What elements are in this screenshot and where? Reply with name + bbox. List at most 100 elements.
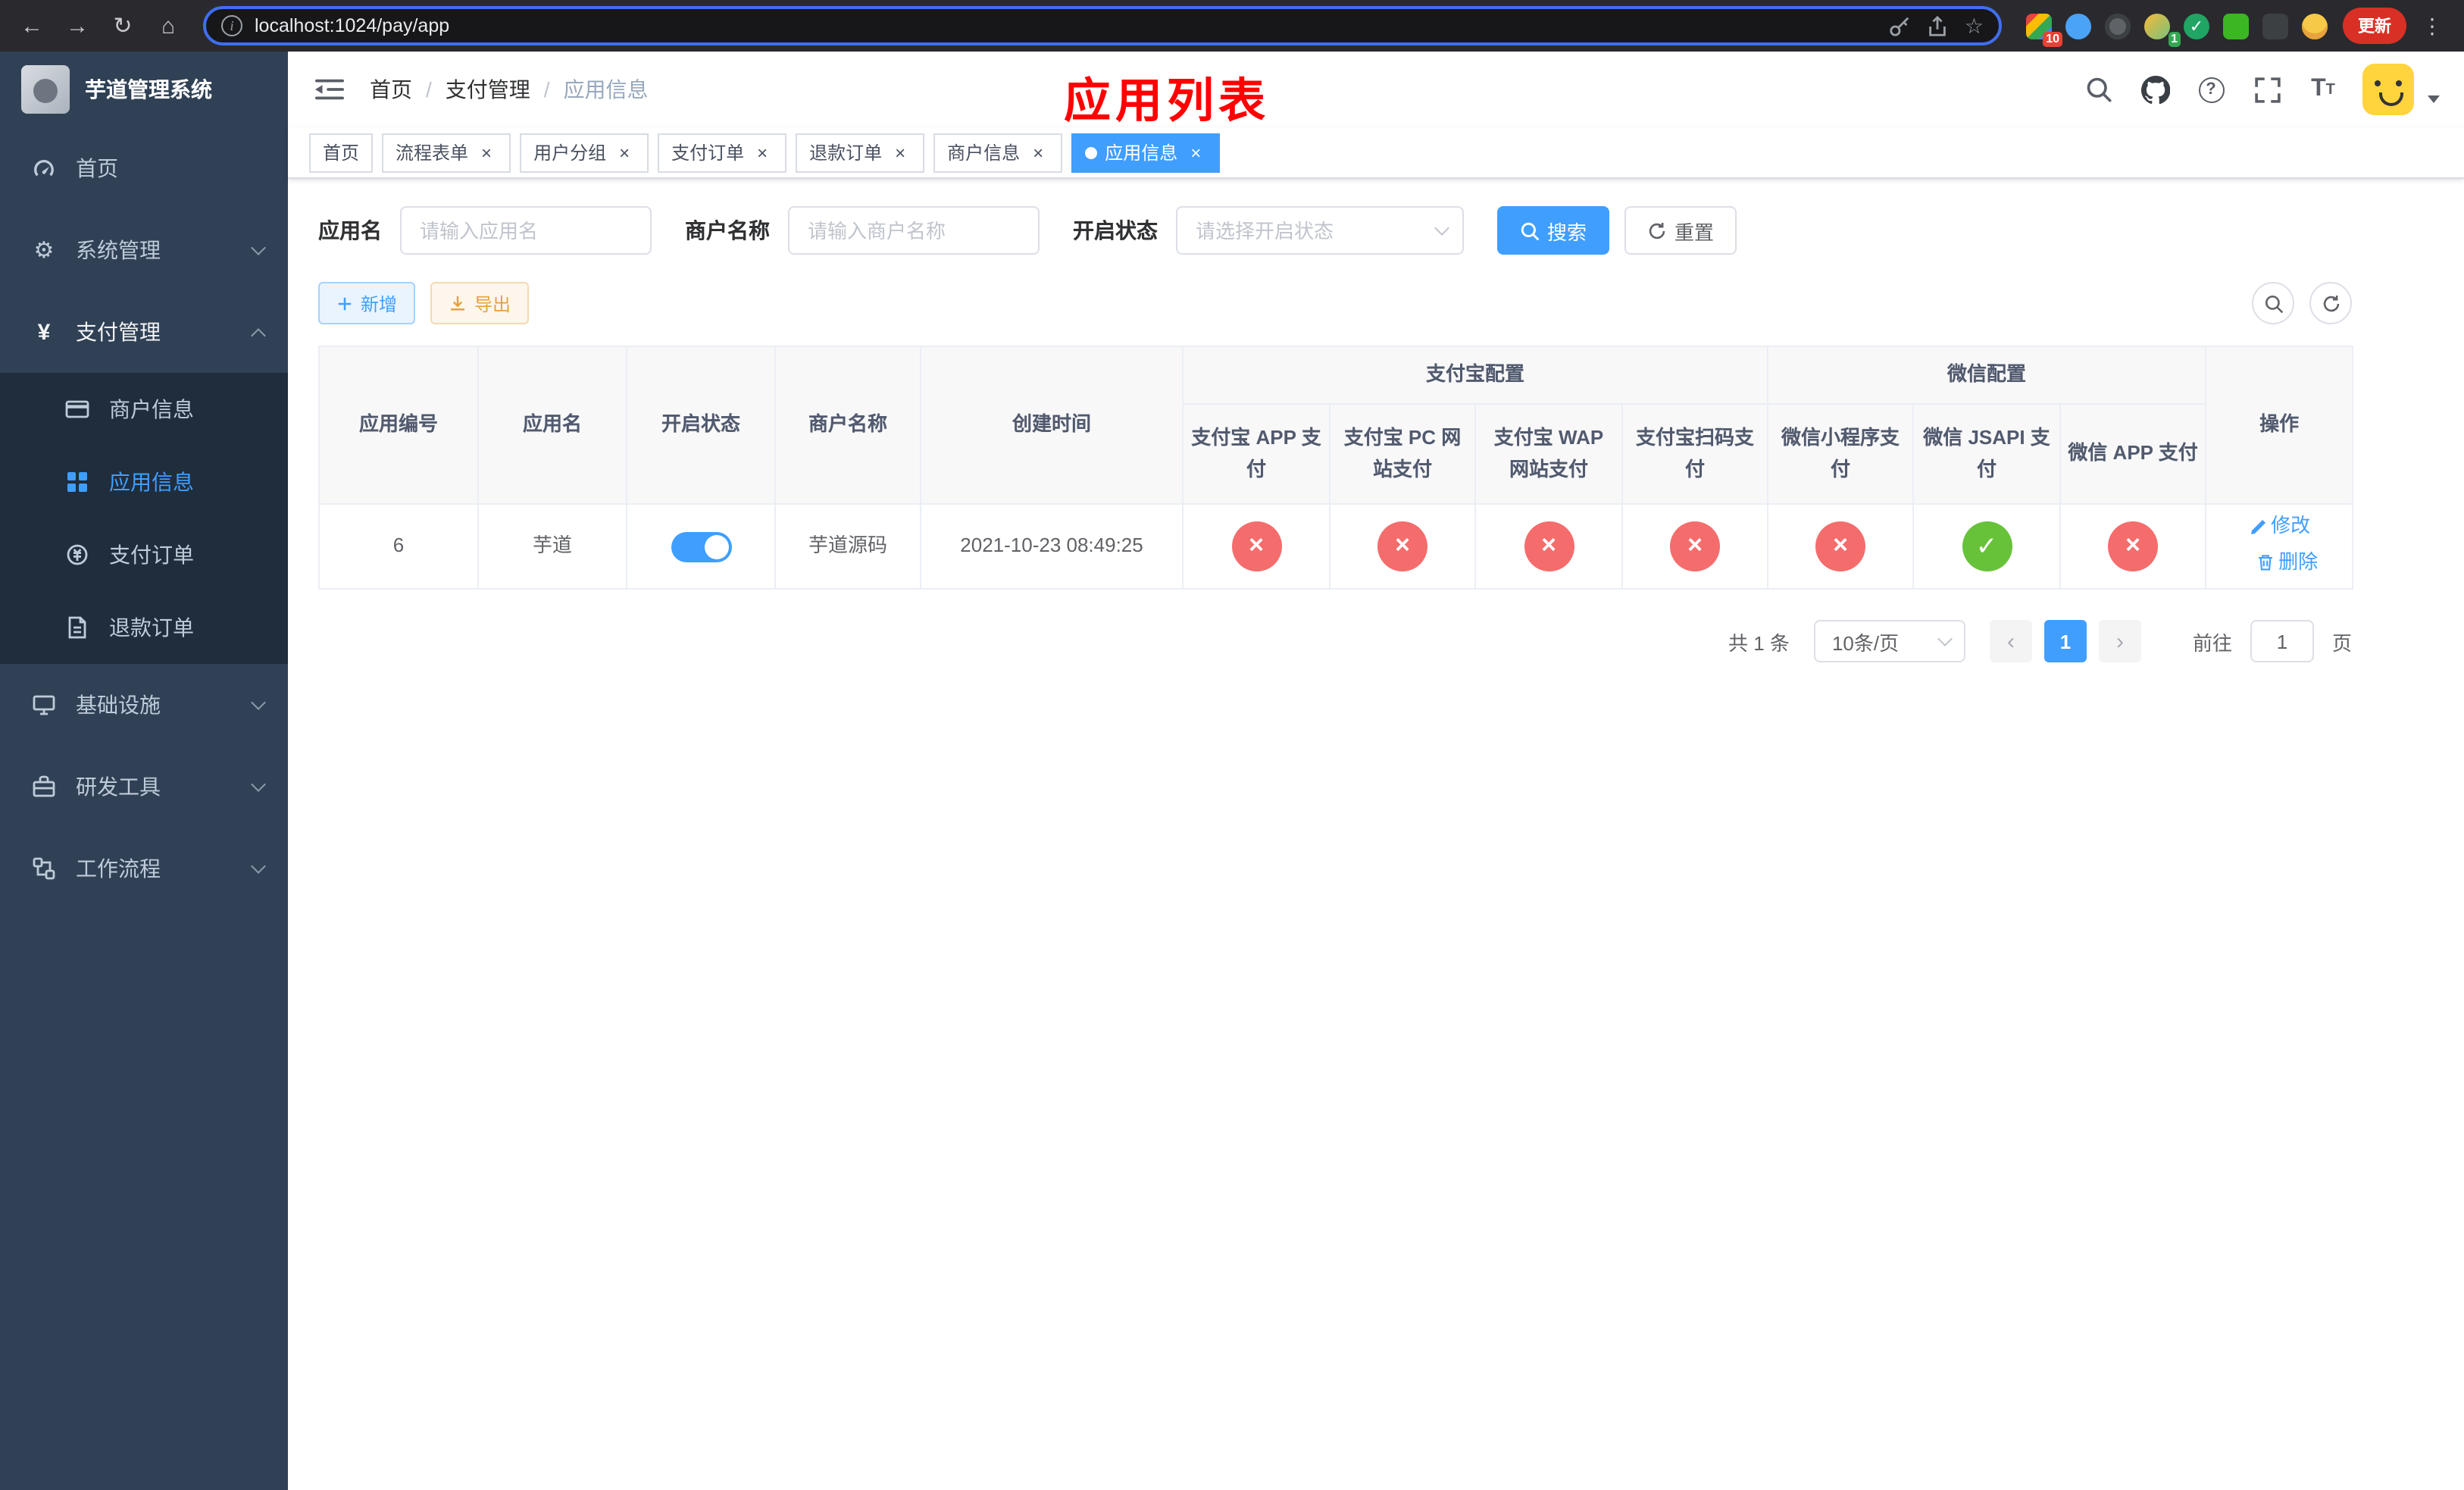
- reset-button[interactable]: 重置: [1624, 206, 1737, 255]
- extension-icon-pin[interactable]: [2262, 13, 2288, 39]
- sidebar-item-app-info[interactable]: 应用信息: [0, 446, 288, 518]
- tab-merchant-info[interactable]: 商户信息 ×: [933, 133, 1063, 172]
- cell-created: 2021-10-23 08:49:25: [920, 503, 1184, 590]
- extension-icon-blue[interactable]: [2065, 13, 2091, 39]
- reload-icon[interactable]: ↻: [103, 6, 142, 45]
- close-icon[interactable]: ×: [476, 142, 497, 163]
- browser-menu-icon[interactable]: ⋮: [2412, 13, 2452, 39]
- app-name-input[interactable]: [400, 206, 652, 255]
- extensions-area: 10 1 ✓: [2017, 13, 2337, 46]
- page: ← → ↻ ⌂ i localhost:1024/pay/app ☆ 10 1 …: [0, 0, 2464, 1490]
- disabled-cross-icon: [1670, 521, 1720, 571]
- cell-actions: 修改 删除: [2205, 503, 2354, 590]
- sidebar-item-merchant-info[interactable]: 商户信息: [0, 373, 288, 446]
- close-icon[interactable]: ×: [614, 142, 635, 163]
- navbar: 首页 / 支付管理 / 应用信息 ? T T: [288, 52, 2464, 127]
- col-header-actions: 操作: [2205, 346, 2354, 505]
- export-button[interactable]: 导出: [430, 282, 530, 324]
- search-button[interactable]: 搜索: [1497, 206, 1610, 255]
- extension-icon-avatar[interactable]: 1: [2144, 13, 2181, 46]
- bookmark-star-icon[interactable]: ☆: [1965, 13, 1984, 39]
- col-header-wechat-mini: 微信小程序支付: [1767, 403, 1915, 505]
- tab-home[interactable]: 首页: [309, 133, 374, 172]
- github-icon[interactable]: [2138, 73, 2172, 106]
- breadcrumb-payment[interactable]: 支付管理: [446, 74, 530, 105]
- sidebar-item-home[interactable]: 首页: [0, 127, 288, 209]
- close-icon[interactable]: ×: [752, 142, 773, 163]
- goto-prefix: 前往: [2192, 631, 2232, 654]
- sidebar-collapse-icon[interactable]: [312, 76, 346, 103]
- sidebar-item-dev-tools[interactable]: 研发工具: [0, 746, 288, 828]
- delete-button[interactable]: 删除: [2256, 546, 2318, 578]
- goto-page-input[interactable]: [2250, 620, 2314, 662]
- share-icon[interactable]: [1927, 14, 1950, 37]
- status-toggle[interactable]: [671, 531, 731, 562]
- breadcrumb-home[interactable]: 首页: [370, 74, 412, 105]
- tab-refund-order[interactable]: 退款订单 ×: [796, 133, 925, 172]
- chevron-down-icon: [251, 695, 266, 710]
- chevron-down-icon: [1937, 631, 1953, 646]
- forward-icon[interactable]: →: [58, 6, 97, 45]
- col-group-wechat: 微信配置: [1767, 346, 2207, 405]
- page-size-select[interactable]: 10条/页: [1813, 620, 1965, 662]
- tab-pay-order[interactable]: 支付订单 ×: [658, 133, 787, 172]
- cell-app-name: 芋道: [477, 503, 627, 590]
- help-icon[interactable]: ?: [2194, 73, 2228, 106]
- gear-icon: ⚙: [33, 238, 55, 264]
- merchant-name-input[interactable]: [788, 206, 1040, 255]
- page-annotation-title: 应用列表: [1064, 74, 1270, 127]
- url-text[interactable]: localhost:1024/pay/app: [255, 15, 1877, 36]
- current-page-button[interactable]: 1: [2043, 620, 2087, 662]
- col-header-alipay-pc: 支付宝 PC 网站支付: [1329, 403, 1476, 505]
- tab-process-form[interactable]: 流程表单 ×: [382, 133, 511, 172]
- extension-badge: 1: [2168, 31, 2181, 46]
- close-icon[interactable]: ×: [890, 142, 911, 163]
- sidebar-item-infrastructure[interactable]: 基础设施: [0, 664, 288, 746]
- sidebar-item-refund-order[interactable]: 退款订单: [0, 591, 288, 664]
- close-icon[interactable]: ×: [1027, 142, 1049, 163]
- sidebar-item-workflow[interactable]: 工作流程: [0, 828, 288, 909]
- home-icon[interactable]: ⌂: [149, 6, 188, 45]
- extension-icon-dark-circle[interactable]: [2105, 13, 2131, 39]
- workflow-icon: [30, 855, 58, 882]
- add-button[interactable]: 新增: [318, 282, 416, 324]
- cell-app-id: 6: [318, 503, 479, 590]
- site-info-icon[interactable]: i: [221, 15, 242, 36]
- col-header-alipay-app: 支付宝 APP 支付: [1182, 403, 1330, 505]
- col-header-status: 开启状态: [626, 346, 776, 505]
- back-icon[interactable]: ←: [12, 6, 52, 45]
- navbar-actions: ? TT: [2082, 64, 2440, 115]
- address-bar[interactable]: i localhost:1024/pay/app ☆: [203, 6, 2002, 45]
- tabs-bar: 首页 流程表单 × 用户分组 × 支付订单 × 退款订单 × 商户信息 × 应用信息 ×: [288, 127, 2464, 179]
- col-header-alipay-wap: 支付宝 WAP 网站支付: [1474, 403, 1623, 505]
- extension-icon-colorful[interactable]: 10: [2026, 13, 2062, 46]
- extension-icon-face[interactable]: [2302, 13, 2328, 39]
- tab-app-info[interactable]: 应用信息 ×: [1071, 133, 1221, 172]
- sidebar-item-payment[interactable]: ¥ 支付管理: [0, 291, 288, 373]
- logo: 芋道管理系统: [0, 52, 288, 127]
- fullscreen-icon[interactable]: [2250, 73, 2284, 106]
- prev-page-button[interactable]: ‹: [1989, 620, 2032, 662]
- font-size-icon[interactable]: TT: [2306, 73, 2340, 106]
- col-header-wechat-app: 微信 APP 支付: [2059, 403, 2207, 505]
- refresh-button[interactable]: [2309, 282, 2352, 324]
- avatar-caret-icon[interactable]: [2428, 95, 2440, 103]
- sidebar-item-pay-order[interactable]: 支付订单: [0, 518, 288, 591]
- chevron-down-icon: [251, 859, 266, 874]
- sidebar-item-system[interactable]: ⚙ 系统管理: [0, 209, 288, 291]
- user-avatar[interactable]: [2362, 64, 2414, 115]
- edit-button[interactable]: 修改: [2248, 512, 2310, 543]
- order-icon: [64, 541, 91, 568]
- extension-icon-green-check[interactable]: ✓: [2184, 13, 2209, 39]
- document-icon: [64, 614, 91, 641]
- search-icon[interactable]: [2082, 73, 2115, 106]
- status-select[interactable]: [1176, 206, 1464, 255]
- browser-update-button[interactable]: 更新: [2343, 8, 2406, 44]
- tab-user-group[interactable]: 用户分组 ×: [520, 133, 649, 172]
- close-icon[interactable]: ×: [1185, 142, 1206, 163]
- password-key-icon[interactable]: [1889, 14, 1912, 37]
- extension-icon-chat[interactable]: [2223, 13, 2249, 39]
- payment-submenu: 商户信息 应用信息 支付订单 退款订单: [0, 373, 288, 664]
- next-page-button[interactable]: ›: [2098, 620, 2141, 662]
- show-search-button[interactable]: [2252, 282, 2294, 324]
